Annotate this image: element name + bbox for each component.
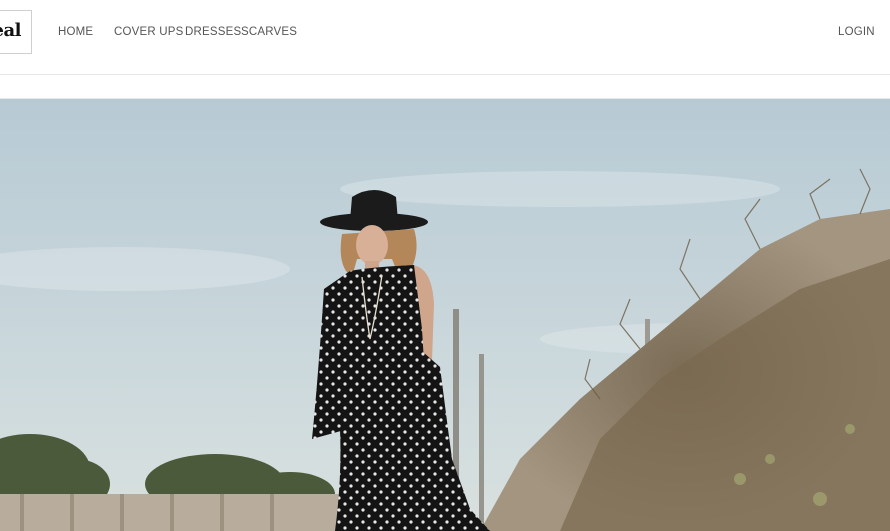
header-spacer [0,75,890,98]
hero-banner[interactable] [0,98,890,531]
nav-item-dresses[interactable]: DRESSES [185,26,241,38]
nav-item-home[interactable]: HOME [58,26,93,38]
nav-item-cover-ups[interactable]: COVER UPS [114,26,184,38]
hero-image [0,99,890,531]
brand-logo[interactable]: Seal [0,10,32,54]
login-link[interactable]: LOGIN [838,26,875,38]
pole [479,354,484,531]
brand-logo-text: Seal [0,20,21,41]
nav-item-scarves[interactable]: SCARVES [241,26,297,38]
site-header: Seal HOME COVER UPS DRESSES SCARVES LOGI… [0,0,890,75]
